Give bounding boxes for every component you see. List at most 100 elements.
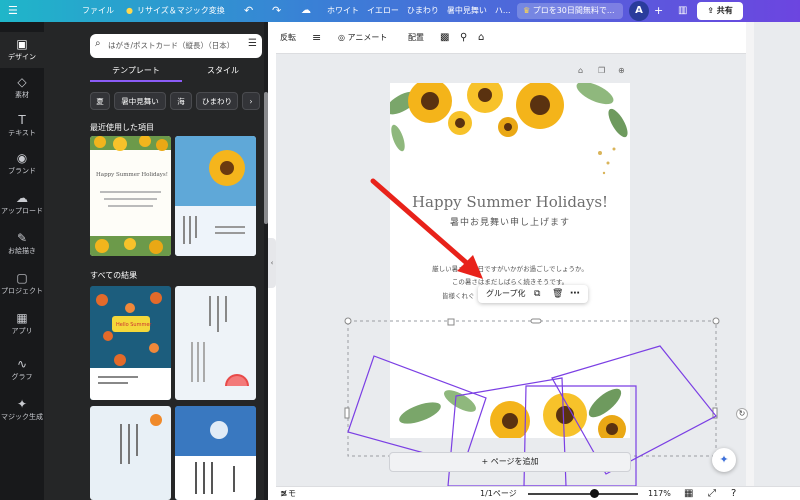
avatar[interactable]: A (629, 1, 649, 21)
template-thumbnail[interactable] (175, 136, 256, 256)
grid-view-icon[interactable]: ▦ (684, 487, 693, 500)
redo-icon[interactable]: ↷ (272, 0, 281, 22)
apps-icon: ▦ (16, 311, 28, 325)
rail-label: アップロード (1, 207, 43, 215)
rail-label: グラフ (11, 373, 33, 381)
share-button[interactable]: ⇪ 共有 (697, 2, 743, 20)
template-preview (90, 286, 171, 400)
group-selection-box (347, 320, 717, 457)
rail-item-uploads[interactable]: ☁ アップロード (0, 186, 44, 222)
floating-context-menu: グループ化 ⧉ 🗑 ⋯ (478, 285, 588, 303)
chart-icon: ∿ (16, 357, 28, 371)
crown-icon: ♛ (523, 6, 533, 15)
tab-styles[interactable]: スタイル (182, 62, 264, 80)
tab-templates[interactable]: テンプレート (90, 62, 182, 80)
search-icon: ⌕ (95, 38, 101, 49)
elements-icon: ◇ (17, 75, 27, 89)
rail-item-charts[interactable]: ∿ グラフ (0, 352, 44, 388)
all-results-title: すべての結果 (90, 271, 138, 280)
help-icon[interactable]: ? (731, 487, 736, 500)
rail-item-brand[interactable]: ◉ ブランド (0, 146, 44, 182)
panel-scroll-thumb[interactable] (264, 92, 268, 224)
rail-label: 素材 (15, 91, 29, 99)
rail-label: ブランド (8, 167, 36, 175)
rail-item-elements[interactable]: ◇ 素材 (0, 70, 44, 106)
share-label: 共有 (716, 6, 733, 15)
design-title[interactable]: ホワイト イエロー ひまわり 暑中見舞い ハ... (327, 0, 511, 22)
rail-label: マジック生成 (1, 413, 43, 421)
pro-trial-button[interactable]: ♛ プロを30日間無料で... (517, 3, 623, 19)
resize-handle (530, 318, 542, 324)
search-placeholder: はがき/ポストカード（縦長）（日本） (108, 41, 235, 50)
rail-item-apps[interactable]: ▦ アプリ (0, 306, 44, 342)
brand-icon: ◉ (16, 151, 28, 165)
more-options-icon[interactable]: ⋯ (570, 285, 580, 303)
page-indicator[interactable]: 1/1ページ (480, 487, 517, 500)
undo-icon[interactable]: ↶ (244, 0, 253, 22)
notes-label: メモ (280, 489, 296, 498)
template-preview (191, 296, 249, 386)
template-thumbnail[interactable]: Hello Summer (90, 286, 171, 400)
rail-item-projects[interactable]: ▢ プロジェクト (0, 266, 44, 302)
template-thumbnail[interactable] (90, 406, 171, 500)
file-menu[interactable]: ファイル (82, 0, 114, 22)
template-thumbnail[interactable] (175, 406, 256, 500)
top-bar: ☰ ファイル ● リサイズ＆マジック変換 ↶ ↷ ☁ ホワイト イエロー ひまわ… (0, 0, 800, 22)
add-page-button[interactable]: + ページを追加 (389, 452, 631, 472)
thumbnail-title: Hello Summer (116, 322, 152, 328)
rail-item-draw[interactable]: ✎ お絵描き (0, 226, 44, 262)
rail-label: お絵描き (8, 247, 36, 255)
group-button[interactable]: グループ化 (486, 285, 526, 303)
share-icon: ⇪ (707, 6, 717, 15)
chip-summer[interactable]: 夏 (90, 92, 110, 110)
collapse-panel-handle[interactable]: ‹ (268, 238, 276, 288)
magic-assist-button[interactable]: ✦ (712, 448, 736, 472)
zoom-slider[interactable] (528, 493, 638, 495)
resize-handle (344, 317, 352, 325)
resize-handle (712, 317, 720, 325)
resize-button[interactable]: リサイズ＆マジック変換 (137, 0, 225, 22)
trash-icon[interactable]: 🗑 (552, 285, 563, 303)
zoom-slider-thumb[interactable] (590, 489, 599, 498)
rail-item-design[interactable]: ▣ デザイン (0, 32, 44, 68)
draw-icon: ✎ (16, 231, 28, 245)
plus-icon[interactable]: + (654, 0, 663, 22)
template-preview (175, 406, 256, 500)
template-thumbnail[interactable]: Happy Summer Holidays! (90, 136, 171, 256)
rail-item-magic[interactable]: ✦ マジック生成 (0, 392, 44, 428)
recent-section-title: 最近使用した項目 (90, 123, 154, 132)
resize-handle (344, 407, 350, 419)
zoom-level[interactable]: 117% (648, 487, 671, 500)
analytics-icon[interactable]: ▥ (678, 0, 687, 22)
filter-icon[interactable]: ☰ (248, 38, 257, 49)
rotate-handle[interactable]: ↻ (736, 408, 748, 420)
chip-shochu[interactable]: 暑中見舞い (114, 92, 166, 110)
resize-handle (447, 318, 455, 326)
hamburger-icon[interactable]: ☰ (8, 0, 18, 22)
active-tab-indicator (90, 80, 182, 82)
rail-item-text[interactable]: T テキスト (0, 108, 44, 144)
rail-label: デザイン (8, 53, 36, 61)
fullscreen-icon[interactable]: ⤢ (708, 487, 716, 500)
selection-overlay (344, 317, 720, 486)
chip-sea[interactable]: 海 (170, 92, 192, 110)
cloud-icon: ☁ (301, 5, 311, 16)
upload-icon: ☁ (16, 191, 28, 205)
copy-icon[interactable]: ⧉ (534, 285, 540, 303)
magic-icon: ✦ (16, 397, 28, 411)
rail-label: プロジェクト (1, 287, 43, 295)
rail-label: テキスト (8, 129, 36, 137)
thumbnail-title: Happy Summer Holidays! (96, 172, 168, 178)
template-preview (175, 136, 256, 256)
chip-sunflower[interactable]: ひまわり (196, 92, 238, 110)
folder-icon: ▢ (16, 271, 28, 285)
rail-label: アプリ (11, 327, 33, 335)
template-thumbnail[interactable] (175, 286, 256, 400)
crown-icon: ● (126, 6, 133, 15)
search-input[interactable]: ⌕ はがき/ポストカード（縦長）（日本） ☰ (90, 34, 262, 58)
chip-next[interactable]: › (242, 92, 260, 110)
design-icon: ▣ (16, 37, 28, 51)
bottom-bar: ≣ メモ 1/1ページ 117% ▦ ⤢ ? (276, 486, 800, 500)
pro-trial-label: プロを30日間無料で... (532, 6, 615, 15)
red-arrow (370, 178, 483, 279)
